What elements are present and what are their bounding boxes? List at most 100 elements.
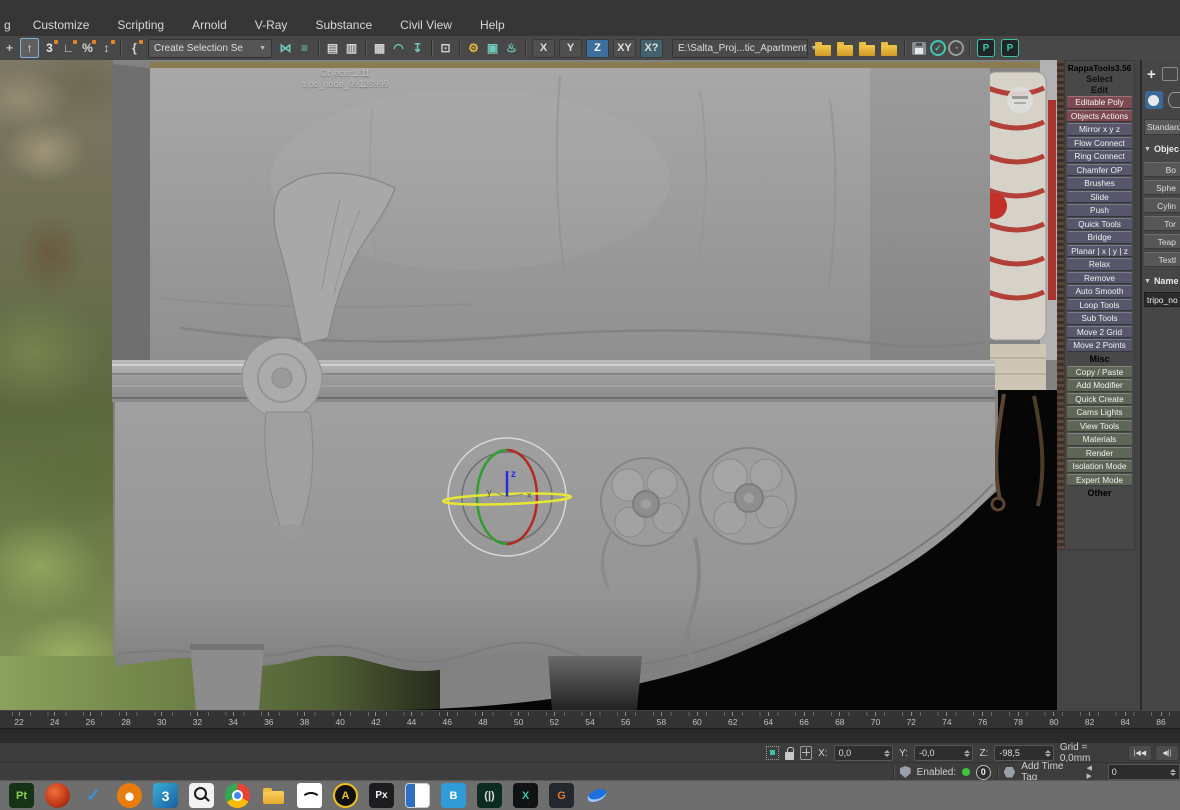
- background-chair[interactable]: [981, 60, 1057, 390]
- timeline-tick[interactable]: 84: [1116, 712, 1134, 728]
- axis-constraint-button[interactable]: X: [532, 38, 555, 58]
- frame-nudge-arrows[interactable]: ◀ ▶: [1087, 764, 1102, 780]
- primitive-button[interactable]: Tor: [1144, 216, 1180, 231]
- name-color-rollout[interactable]: ▼ Name: [1144, 276, 1180, 286]
- rendered-frame-icon[interactable]: ▣: [484, 39, 501, 57]
- timeline-tick[interactable]: 28: [117, 712, 135, 728]
- absolute-mode-icon[interactable]: [799, 746, 813, 760]
- previous-frame-button[interactable]: ◀||: [1154, 745, 1179, 761]
- project-folder-up-icon[interactable]: [881, 41, 897, 56]
- rotate-gizmo[interactable]: z x y: [441, 431, 573, 563]
- menu-item[interactable]: Customize: [19, 18, 104, 32]
- selection-region-icon[interactable]: [766, 746, 779, 760]
- flower-ornament-left[interactable]: [600, 457, 690, 547]
- spinner-icon[interactable]: [964, 749, 971, 757]
- rappatools-button[interactable]: Bridge: [1067, 231, 1132, 244]
- rappatools-edit-label[interactable]: Edit: [1067, 85, 1132, 95]
- menu-item[interactable]: Arnold: [178, 18, 241, 32]
- rappatools-button[interactable]: Move 2 Points: [1067, 339, 1132, 352]
- modify-tab-icon[interactable]: [1161, 67, 1178, 81]
- taskbar-check-app[interactable]: ✓: [81, 783, 106, 808]
- taskbar-magnifier-app[interactable]: [189, 783, 214, 808]
- taskbar-red-spiral-app[interactable]: [45, 783, 70, 808]
- rappatools-button[interactable]: Relax: [1067, 258, 1132, 271]
- rappatools-button[interactable]: Cams Lights: [1067, 406, 1132, 419]
- taskbar-3dsmax[interactable]: 3: [153, 783, 178, 808]
- timeline-tick[interactable]: 66: [795, 712, 813, 728]
- timeline-tick[interactable]: 30: [153, 712, 171, 728]
- spinner-icon[interactable]: [1044, 749, 1051, 757]
- history-circle-icon[interactable]: ◔: [948, 40, 964, 56]
- taskbar-g-shield-app[interactable]: G: [549, 783, 574, 808]
- taskbar-swoosh-app[interactable]: [585, 783, 610, 808]
- toolbar-separator[interactable]: [120, 40, 121, 56]
- timeline-tick[interactable]: 24: [46, 712, 64, 728]
- taskbar-blender[interactable]: [117, 783, 142, 808]
- axis-tripod-partial-icon[interactable]: +: [1, 39, 18, 57]
- rappatools-button[interactable]: Move 2 Grid: [1067, 325, 1132, 338]
- timeline-tick[interactable]: 22: [10, 712, 28, 728]
- menu-item[interactable]: V-Ray: [241, 18, 302, 32]
- rappatools-button[interactable]: Objects Actions: [1067, 109, 1132, 122]
- menu-item[interactable]: Substance: [301, 18, 386, 32]
- timeline-tick[interactable]: 62: [724, 712, 742, 728]
- rappatools-button[interactable]: Expert Mode: [1067, 473, 1132, 486]
- track-bar[interactable]: [0, 728, 1180, 743]
- timeline-tick[interactable]: 80: [1045, 712, 1063, 728]
- object-type-rollout[interactable]: ▼ Objec: [1144, 144, 1180, 154]
- shapes-category-icon[interactable]: [1167, 92, 1180, 108]
- axis-constraint-button[interactable]: XY: [613, 38, 636, 58]
- toolbar-separator[interactable]: [431, 40, 432, 56]
- rappatools-button[interactable]: Mirror x y z: [1067, 123, 1132, 136]
- timeline-ruler[interactable]: 22 24 26 28 30 32 34 36 38 40 42 44 46 4…: [0, 710, 1180, 728]
- isolate-selection-icon[interactable]: ⊡: [437, 39, 454, 57]
- rappatools-button[interactable]: Flow Connect: [1067, 136, 1132, 149]
- taskbar-b-app[interactable]: B: [441, 783, 466, 808]
- z-coordinate-field[interactable]: -98,5: [994, 745, 1054, 761]
- primitive-button[interactable]: Sphe: [1144, 180, 1180, 195]
- scene-explorer-icon[interactable]: ▤: [324, 39, 341, 57]
- timeline-tick[interactable]: 86: [1152, 712, 1170, 728]
- rappatools-button[interactable]: Editable Poly: [1067, 96, 1132, 109]
- angle-snap-icon[interactable]: ∟: [60, 39, 77, 57]
- timeline-tick[interactable]: 36: [260, 712, 278, 728]
- rappatools-button[interactable]: Slide: [1067, 190, 1132, 203]
- primitive-button[interactable]: Cylin: [1144, 198, 1180, 213]
- rappatools-grabber[interactable]: [1057, 60, 1064, 550]
- timeline-tick[interactable]: 78: [1009, 712, 1027, 728]
- align-icon[interactable]: ≡: [296, 39, 313, 57]
- axis-constraint-button[interactable]: X?: [640, 38, 663, 58]
- schematic-view-icon[interactable]: ◠: [390, 39, 407, 57]
- timeline-tick[interactable]: 64: [759, 712, 777, 728]
- edit-named-selection-icon[interactable]: {: [126, 39, 143, 57]
- project-path-dropdown[interactable]: E:\Salta_Proj...tic_Apartment ▼: [672, 38, 817, 58]
- timeline-tick[interactable]: 40: [331, 712, 349, 728]
- rappatools-button[interactable]: Push: [1067, 204, 1132, 217]
- menu-item[interactable]: g: [2, 18, 19, 32]
- rappatools-button[interactable]: Ring Connect: [1067, 150, 1132, 163]
- rappatools-button[interactable]: Loop Tools: [1067, 298, 1132, 311]
- menu-item[interactable]: Help: [466, 18, 519, 32]
- timeline-tick[interactable]: 32: [188, 712, 206, 728]
- rappatools-button[interactable]: Chamfer OP: [1067, 163, 1132, 176]
- primitive-button[interactable]: Textl: [1144, 252, 1180, 267]
- timeline-tick[interactable]: 38: [296, 712, 314, 728]
- taskbar-x-app[interactable]: X: [513, 783, 538, 808]
- timeline-tick[interactable]: 46: [438, 712, 456, 728]
- timeline-tick[interactable]: 60: [688, 712, 706, 728]
- create-tab-icon[interactable]: +: [1147, 66, 1156, 83]
- timeline-tick[interactable]: 26: [81, 712, 99, 728]
- timeline-tick[interactable]: 68: [831, 712, 849, 728]
- rappatools-button[interactable]: Sub Tools: [1067, 312, 1132, 325]
- rappatools-button[interactable]: Auto Smooth: [1067, 285, 1132, 298]
- taskbar-curve-app[interactable]: [297, 783, 322, 808]
- timeline-tick[interactable]: 50: [510, 712, 528, 728]
- rappatools-button[interactable]: Misc: [1067, 353, 1132, 365]
- timeline-tick[interactable]: 34: [224, 712, 242, 728]
- rappatools-button[interactable]: Planar | x | y | z: [1067, 244, 1132, 257]
- y-coordinate-field[interactable]: -0,0: [913, 745, 974, 761]
- axis-constraint-button[interactable]: Z: [586, 38, 609, 58]
- ribbon-toggle-icon[interactable]: ↧: [409, 39, 426, 57]
- timeline-tick[interactable]: 42: [367, 712, 385, 728]
- timeline-tick[interactable]: 48: [474, 712, 492, 728]
